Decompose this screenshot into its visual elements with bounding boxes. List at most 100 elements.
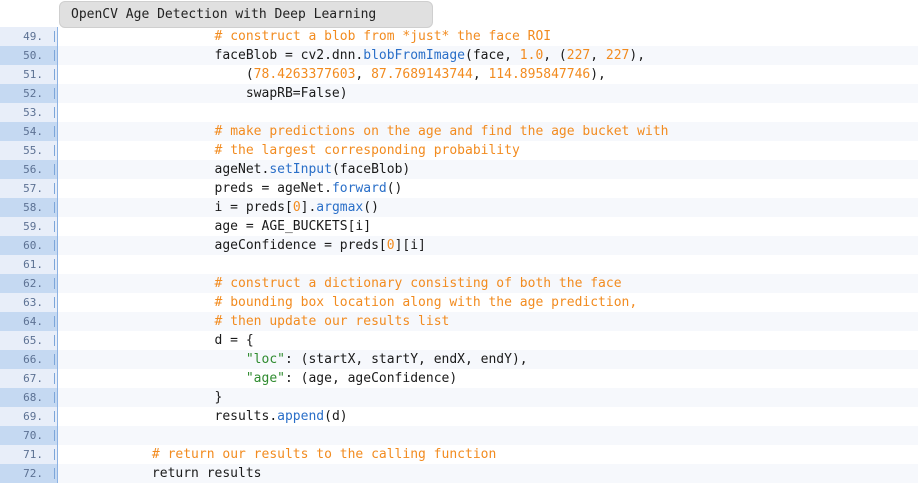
- code-token: : (startX, startY, endX, endY),: [284, 352, 528, 367]
- code-line: 64. # then update our results list: [0, 312, 918, 331]
- code-token-num: 114.895847746: [488, 67, 591, 82]
- code-line: 66. "loc": (startX, startY, endX, endY),: [0, 350, 918, 369]
- code-line: 56. ageNet.setInput(faceBlob): [0, 160, 918, 179]
- line-number: 59.: [0, 217, 58, 236]
- code-token-num: 227: [605, 48, 630, 63]
- line-number: 72.: [0, 464, 58, 483]
- code-token-fn: append: [277, 409, 325, 424]
- code-token-fn: argmax: [316, 200, 364, 215]
- line-number: 62.: [0, 274, 58, 293]
- code-line: 59. age = AGE_BUCKETS[i]: [0, 217, 918, 236]
- code-line: 53.: [0, 103, 918, 122]
- code-token-fn: forward: [331, 181, 387, 196]
- code-line: 69. results.append(d): [0, 407, 918, 426]
- code-line: 58. i = preds[0].argmax(): [0, 198, 918, 217]
- code-text: # return our results to the calling func…: [58, 445, 918, 464]
- code-line: 50. faceBlob = cv2.dnn.blobFromImage(fac…: [0, 46, 918, 65]
- code-text: d = {: [58, 331, 918, 350]
- code-token: d = {: [58, 333, 254, 348]
- line-number: 57.: [0, 179, 58, 198]
- code-text: age = AGE_BUCKETS[i]: [58, 217, 918, 236]
- line-number: 64.: [0, 312, 58, 331]
- code-text: faceBlob = cv2.dnn.blobFromImage(face, 1…: [58, 46, 918, 65]
- code-token: ,: [472, 67, 489, 82]
- code-token: ].: [300, 200, 317, 215]
- code-token-fn: setInput: [269, 162, 332, 177]
- line-number: 58.: [0, 198, 58, 217]
- line-number: 66.: [0, 350, 58, 369]
- code-token-num: 78.4263377603: [253, 67, 356, 82]
- line-number: 69.: [0, 407, 58, 426]
- code-token: (): [386, 181, 403, 196]
- line-number: 55.: [0, 141, 58, 160]
- code-line: 70.: [0, 426, 918, 445]
- code-token-comment: # then update our results list: [214, 314, 450, 329]
- code-token-num: 0: [292, 200, 301, 215]
- code-text: swapRB=False): [58, 84, 918, 103]
- code-token: (faceBlob): [331, 162, 411, 177]
- line-number: 68.: [0, 388, 58, 407]
- code-token-comment: # construct a dictionary consisting of b…: [214, 276, 622, 291]
- code-token: ageConfidence = preds[: [58, 238, 387, 253]
- code-title-tab[interactable]: OpenCV Age Detection with Deep Learning: [59, 1, 433, 28]
- code-line: 65. d = {: [0, 331, 918, 350]
- code-text: preds = ageNet.forward(): [58, 179, 918, 198]
- code-text: (78.4263377603, 87.7689143744, 114.89584…: [58, 65, 918, 84]
- code-token: swapRB=False): [58, 86, 348, 101]
- code-token: : (age, ageConfidence): [284, 371, 458, 386]
- code-token-num: 0: [386, 238, 395, 253]
- line-number: 53.: [0, 103, 58, 122]
- line-number: 51.: [0, 65, 58, 84]
- code-line: 72. return results: [0, 464, 918, 483]
- code-token: preds = ageNet.: [58, 181, 332, 196]
- line-number: 70.: [0, 426, 58, 445]
- line-number: 54.: [0, 122, 58, 141]
- code-token-comment: # return our results to the calling func…: [151, 447, 497, 462]
- code-token: (): [363, 200, 379, 215]
- line-number: 61.: [0, 255, 58, 274]
- code-block: 49. # construct a blob from *just* the f…: [0, 27, 918, 483]
- code-line: 71. # return our results to the calling …: [0, 445, 918, 464]
- code-text: # the largest corresponding probability: [58, 141, 918, 160]
- code-token: , (: [543, 48, 567, 63]
- code-token: results.: [58, 409, 278, 424]
- code-text: results.append(d): [58, 407, 918, 426]
- code-line: 68. }: [0, 388, 918, 407]
- code-line: 61.: [0, 255, 918, 274]
- code-token-str: "loc": [245, 352, 285, 367]
- code-text: }: [58, 388, 918, 407]
- code-token: age = AGE_BUCKETS[i]: [58, 219, 372, 234]
- code-token-comment: # make predictions on the age and find t…: [214, 124, 669, 139]
- code-line: 63. # bounding box location along with t…: [0, 293, 918, 312]
- code-line: 57. preds = ageNet.forward(): [0, 179, 918, 198]
- code-line: 55. # the largest corresponding probabil…: [0, 141, 918, 160]
- code-line: 54. # make predictions on the age and fi…: [0, 122, 918, 141]
- code-token: (face,: [465, 48, 520, 63]
- line-number: 49.: [0, 27, 58, 46]
- line-number: 63.: [0, 293, 58, 312]
- code-token: ageNet.: [58, 162, 270, 177]
- code-text: return results: [58, 464, 918, 483]
- code-text: ageNet.setInput(faceBlob): [58, 160, 918, 179]
- line-number: 60.: [0, 236, 58, 255]
- line-number: 50.: [0, 46, 58, 65]
- code-line: 60. ageConfidence = preds[0][i]: [0, 236, 918, 255]
- code-token: ,: [355, 67, 372, 82]
- code-token-num: 227: [566, 48, 591, 63]
- code-token: (d): [324, 409, 348, 424]
- code-line: 67. "age": (age, ageConfidence): [0, 369, 918, 388]
- code-text: # bounding box location along with the a…: [58, 293, 918, 312]
- code-text: "loc": (startX, startY, endX, endY),: [58, 350, 918, 369]
- code-token-num: 1.0: [519, 48, 544, 63]
- code-text: # construct a blob from *just* the face …: [58, 27, 918, 46]
